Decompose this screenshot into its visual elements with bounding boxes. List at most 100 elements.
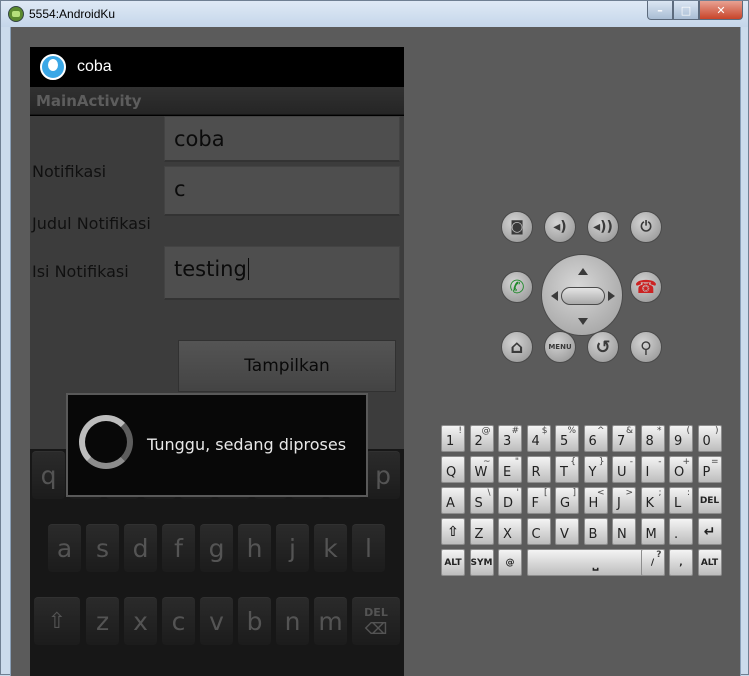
hw-slash-key[interactable]: /?	[640, 549, 665, 576]
volume-down-button[interactable]: ◂)	[544, 211, 576, 243]
hw-key-4-alt-label: $	[541, 426, 548, 436]
hw-slash-key-label: /	[650, 557, 655, 568]
hw-key-t[interactable]: T{	[555, 456, 579, 483]
window-controls: – □ ✕	[647, 1, 743, 20]
hw-key-i[interactable]: I-	[640, 456, 665, 483]
hw-comma-key[interactable]: ,	[669, 549, 693, 576]
hw-key-j[interactable]: J >	[612, 487, 636, 514]
volume-up-button[interactable]: ◂))	[587, 211, 619, 243]
hw-key-t-alt-label: {	[570, 457, 576, 467]
hw-slash-key-alt-label: ?	[656, 550, 662, 560]
hw-sym-key[interactable]: SYM	[469, 549, 494, 576]
dpad-center-button[interactable]	[561, 287, 605, 305]
hw-key-r[interactable]: R	[526, 456, 551, 483]
minimize-button[interactable]: –	[647, 1, 673, 20]
dpad[interactable]	[541, 254, 623, 336]
dpad-up-icon[interactable]	[578, 263, 588, 275]
emulator-body: coba MainActivity Notifikasi Judul Notif…	[10, 27, 741, 676]
hw-key-m[interactable]: M	[640, 518, 665, 545]
hw-key-0[interactable]: 0)	[697, 425, 722, 452]
hw-key-u[interactable]: U-	[612, 456, 636, 483]
hw-key-h-alt-label: <	[596, 488, 605, 498]
hw-key-e[interactable]: E "	[498, 456, 522, 483]
hw-key-y-label: Y	[588, 465, 597, 480]
hw-key-period[interactable]: .	[669, 518, 693, 545]
hw-key-8[interactable]: 8 *	[640, 425, 665, 452]
hw-key-f[interactable]: F[	[526, 487, 551, 514]
hw-key-6-alt-label: ^	[596, 426, 605, 436]
hw-key-9[interactable]: 9(	[669, 425, 693, 452]
hw-key-z[interactable]: Z	[469, 518, 494, 545]
hw-key-3-alt-label: #	[511, 426, 519, 436]
hw-key-o-label: O	[674, 465, 685, 480]
hw-key-k-alt-label: ;	[658, 488, 662, 498]
hw-key-3[interactable]: 3 #	[498, 425, 522, 452]
hw-alt-key-left[interactable]: ALT	[441, 549, 465, 576]
hw-key-x[interactable]: X	[498, 518, 522, 545]
hw-alt-key-right[interactable]: ALT	[697, 549, 722, 576]
hw-comma-key-label: ,	[679, 557, 683, 568]
hw-key-y[interactable]: Y}	[583, 456, 608, 483]
hw-key-p[interactable]: P =	[697, 456, 722, 483]
device-screen: coba MainActivity Notifikasi Judul Notif…	[30, 47, 404, 676]
progress-dialog: Tunggu, sedang diproses	[66, 393, 368, 497]
hw-key-m-label: M	[645, 527, 657, 542]
hw-key-c-label: C	[531, 527, 541, 542]
hw-key-b[interactable]: B	[583, 518, 608, 545]
menu-button[interactable]: MENU	[544, 331, 576, 363]
hw-key-f-label: F	[531, 496, 539, 511]
end-call-button[interactable]: ☎	[630, 271, 662, 303]
hw-key-9-label: 9	[674, 434, 683, 449]
hw-key-o[interactable]: O +	[669, 456, 693, 483]
search-button[interactable]: ⚲	[630, 331, 662, 363]
hw-key-5[interactable]: 5%	[555, 425, 579, 452]
hw-key-2[interactable]: 2 @	[469, 425, 494, 452]
hw-key-1[interactable]: 1!	[441, 425, 465, 452]
maximize-button[interactable]: □	[673, 1, 699, 20]
hw-shift-key[interactable]: ⇧	[441, 518, 465, 545]
hw-key-4-label: 4	[531, 434, 540, 449]
call-button[interactable]: ✆	[501, 271, 533, 303]
hw-key-l[interactable]: L:	[669, 487, 693, 514]
hw-at-key[interactable]: @	[498, 549, 522, 576]
dpad-right-icon[interactable]	[608, 291, 620, 301]
title-bar[interactable]: 5554:AndroidKu – □ ✕	[1, 1, 748, 27]
hw-key-k[interactable]: K;	[640, 487, 665, 514]
hw-key-e-label: E	[503, 465, 512, 480]
camera-button[interactable]: ◙	[501, 211, 533, 243]
hw-key-q-label: Q	[446, 465, 457, 480]
hw-key-k-label: K	[645, 496, 655, 511]
hw-key-d[interactable]: D '	[498, 487, 522, 514]
end-call-icon: ☎	[634, 276, 658, 298]
hw-key-r-label: R	[531, 465, 541, 480]
hw-key-7[interactable]: 7 &	[612, 425, 636, 452]
hw-key-a[interactable]: A	[441, 487, 465, 514]
hw-enter-key[interactable]: ↵	[697, 518, 722, 545]
hw-key-6[interactable]: 6 ^	[583, 425, 608, 452]
shift-icon: ⇧	[447, 523, 459, 540]
home-button[interactable]: ⌂	[501, 331, 533, 363]
hw-key-h-label: H	[588, 496, 599, 511]
hw-key-n[interactable]: N	[612, 518, 636, 545]
power-button[interactable]: ⏻	[630, 211, 662, 243]
power-icon: ⏻	[640, 219, 652, 235]
hw-key-s-alt-label: \	[487, 488, 491, 498]
dpad-down-icon[interactable]	[578, 318, 588, 330]
hw-key-i-alt-label: -	[658, 457, 662, 467]
hw-key-w[interactable]: W ~	[469, 456, 494, 483]
camera-icon: ◙	[510, 219, 524, 235]
back-button[interactable]: ↺	[587, 331, 619, 363]
close-button[interactable]: ✕	[699, 1, 743, 20]
hw-key-4[interactable]: 4 $	[526, 425, 551, 452]
hw-key-g[interactable]: G]	[555, 487, 579, 514]
app-logo-icon	[8, 6, 24, 22]
hw-key-c[interactable]: C	[526, 518, 551, 545]
hw-key-q[interactable]: Q	[441, 456, 465, 483]
dpad-left-icon[interactable]	[546, 291, 558, 301]
hw-key-v[interactable]: V	[555, 518, 579, 545]
hw-key-f-alt-label: [	[543, 488, 548, 498]
hw-key-s[interactable]: S \	[469, 487, 494, 514]
hw-key-w-label: W	[474, 465, 488, 480]
hw-key-del[interactable]: DEL	[697, 487, 722, 514]
hw-key-h[interactable]: H <	[583, 487, 608, 514]
